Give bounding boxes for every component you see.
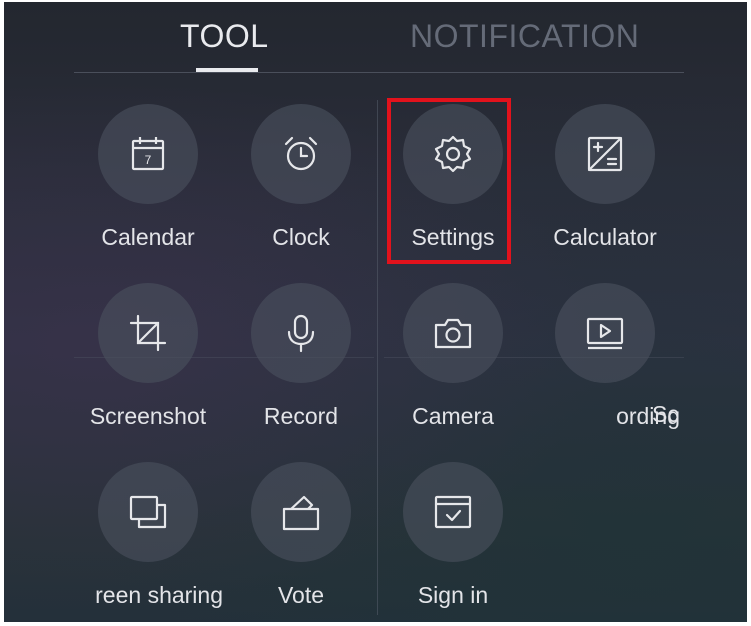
tool-icon-circle [555, 104, 655, 204]
tool-calculator[interactable]: Calculator [530, 104, 680, 264]
tool-icon-circle [555, 283, 655, 383]
tool-icon-circle [403, 462, 503, 562]
tool-label: Calculator [553, 224, 657, 250]
tab-divider [74, 72, 684, 73]
tool-icon-circle [251, 462, 351, 562]
selection-highlight-box [387, 98, 511, 264]
tool-label-partial[interactable]: Sc [652, 401, 680, 428]
tool-icon-circle [403, 283, 503, 383]
tool-panel: TOOL NOTIFICATION 7 Calendar Clock Setti… [4, 2, 747, 622]
tab-notification[interactable]: NOTIFICATION [410, 18, 639, 55]
crop-icon [129, 314, 167, 352]
tool-label: Sign in [417, 582, 489, 608]
microphone-icon [287, 314, 315, 353]
tool-icon-circle [251, 104, 351, 204]
tool-label: Camera [412, 403, 494, 429]
sign-in-icon [434, 495, 472, 529]
tool-camera[interactable]: Camera [378, 283, 528, 443]
calculator-icon [587, 136, 623, 172]
tool-icon-circle: 7 [98, 104, 198, 204]
alarm-clock-icon [284, 136, 318, 171]
screen-sharing-icon [129, 495, 167, 529]
screen-recording-icon [586, 317, 624, 350]
calendar-icon: 7 [131, 137, 165, 171]
calendar-day-number: 7 [145, 153, 152, 167]
tab-tool[interactable]: TOOL [180, 18, 269, 55]
tool-icon-circle [251, 283, 351, 383]
camera-icon [434, 318, 472, 349]
tool-sign-in[interactable]: Sign in [378, 462, 528, 622]
tool-icon-circle [98, 283, 198, 383]
tool-icon-circle [98, 462, 198, 562]
vote-icon [282, 495, 320, 531]
